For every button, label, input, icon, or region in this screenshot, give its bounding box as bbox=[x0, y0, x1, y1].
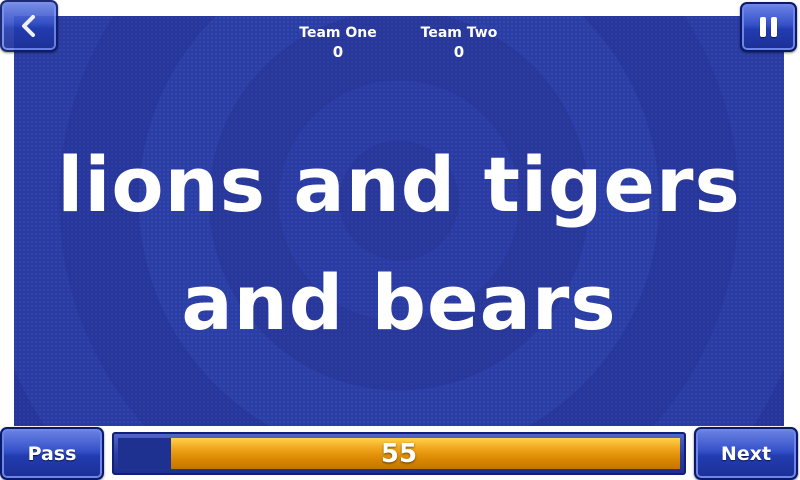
scoreboard: Team One 0 Team Two 0 bbox=[0, 24, 800, 68]
team-one-score: Team One 0 bbox=[278, 24, 398, 62]
phrase-card: lions and tigers and bears bbox=[14, 126, 784, 362]
team-score: 0 bbox=[453, 43, 465, 61]
pass-button[interactable]: Pass bbox=[0, 427, 104, 480]
timer-bar: 55 bbox=[112, 432, 686, 475]
phrase-line: lions and tigers bbox=[57, 140, 741, 229]
timer-track: 55 bbox=[118, 438, 680, 469]
team-name: Team Two bbox=[420, 25, 498, 41]
phrase-line: and bears bbox=[181, 258, 617, 347]
timer-value: 55 bbox=[380, 438, 418, 469]
team-name: Team One bbox=[299, 25, 377, 41]
team-score: 0 bbox=[332, 43, 344, 61]
team-two-score: Team Two 0 bbox=[399, 24, 519, 62]
next-button[interactable]: Next bbox=[694, 427, 798, 480]
